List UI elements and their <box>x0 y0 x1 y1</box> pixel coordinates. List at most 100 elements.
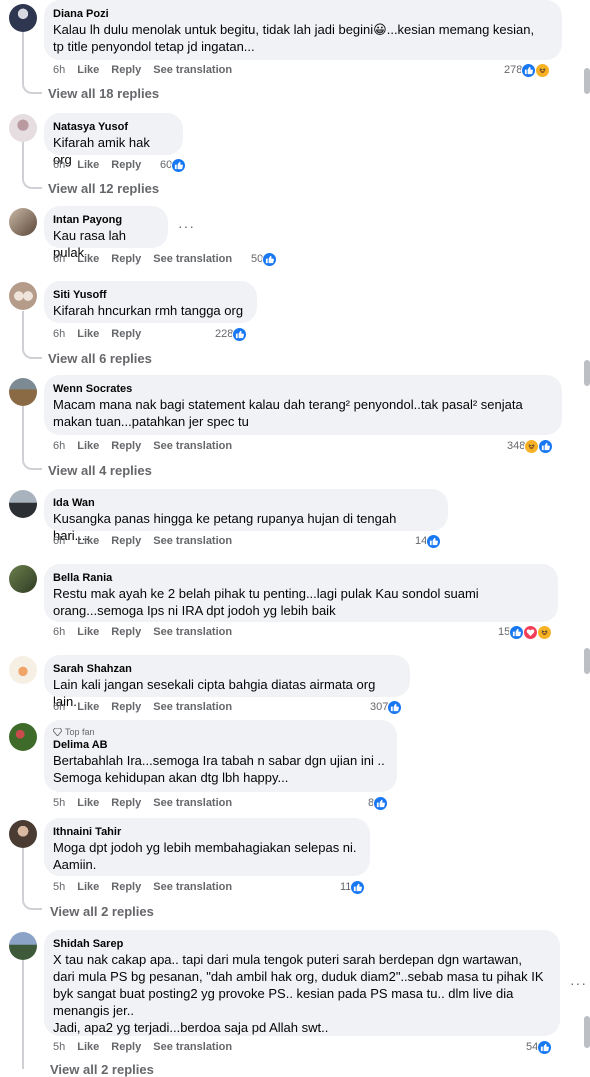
view-replies-link[interactable]: View all 2 replies <box>50 904 154 919</box>
comment-author[interactable]: Siti Yusoff <box>53 288 245 302</box>
reply-button[interactable]: Reply <box>111 328 141 340</box>
see-translation-button[interactable]: See translation <box>153 797 232 809</box>
comment-time[interactable]: 5h <box>53 881 65 893</box>
view-replies-link[interactable]: View all 6 replies <box>48 351 152 366</box>
reply-button[interactable]: Reply <box>111 881 141 893</box>
comment-author[interactable]: Bella Rania <box>53 571 546 585</box>
comment-author[interactable]: Intan Payong <box>53 213 156 227</box>
avatar[interactable] <box>9 378 37 406</box>
like-button[interactable]: Like <box>77 1041 99 1053</box>
avatar[interactable] <box>9 565 37 593</box>
like-button[interactable]: Like <box>77 535 99 547</box>
comment-time[interactable]: 5h <box>53 1041 65 1053</box>
reaction-summary[interactable]: 11 <box>340 879 366 895</box>
top-fan-badge: Top fan <box>53 726 385 738</box>
reply-button[interactable]: Reply <box>111 64 141 76</box>
reaction-summary[interactable]: 228 <box>215 326 248 342</box>
see-translation-button[interactable]: See translation <box>153 253 232 265</box>
comment-bubble: Siti Yusoff Kifarah hncurkan rmh tangga … <box>44 281 257 323</box>
reaction-summary[interactable]: 307 <box>370 699 403 715</box>
like-button[interactable]: Like <box>77 626 99 638</box>
see-translation-button[interactable]: See translation <box>153 535 232 547</box>
comment-bubble: Ithnaini Tahir Moga dpt jodoh yg lebih m… <box>44 818 370 876</box>
view-replies-link[interactable]: View all 18 replies <box>48 86 159 101</box>
comment-author[interactable]: Ida Wan <box>53 496 436 510</box>
reaction-summary[interactable]: 278 <box>504 62 551 78</box>
reply-button[interactable]: Reply <box>111 440 141 452</box>
view-replies-link[interactable]: View all 12 replies <box>48 181 159 196</box>
avatar[interactable] <box>9 208 37 236</box>
comment-author[interactable]: Delima AB <box>53 738 385 752</box>
comment-actions: 6h Like Reply See translation <box>53 439 232 453</box>
more-options-icon[interactable]: ··· <box>178 218 195 234</box>
reaction-summary[interactable]: 50 <box>251 251 278 267</box>
see-translation-button[interactable]: See translation <box>153 440 232 452</box>
comment-time[interactable]: 6h <box>53 701 65 713</box>
reply-button[interactable]: Reply <box>111 535 141 547</box>
scrollbar-thumb[interactable] <box>584 360 590 386</box>
view-replies-link[interactable]: View all 2 replies <box>50 1062 154 1077</box>
like-button[interactable]: Like <box>77 701 99 713</box>
scrollbar-thumb[interactable] <box>584 1016 590 1048</box>
comment-time[interactable]: 6h <box>53 535 65 547</box>
like-button[interactable]: Like <box>77 328 99 340</box>
like-button[interactable]: Like <box>77 881 99 893</box>
see-translation-button[interactable]: See translation <box>153 701 232 713</box>
comment-time[interactable]: 6h <box>53 159 65 171</box>
comment-author[interactable]: Diana Pozi <box>53 7 550 21</box>
like-reaction-icon <box>373 795 389 811</box>
reaction-summary[interactable]: 348 <box>507 438 554 454</box>
reply-button[interactable]: Reply <box>111 626 141 638</box>
thread-elbow <box>22 347 42 359</box>
thread-line <box>22 960 24 1069</box>
comment-time[interactable]: 6h <box>53 64 65 76</box>
comment-author[interactable]: Sarah Shahzan <box>53 662 398 676</box>
reply-button[interactable]: Reply <box>111 253 141 265</box>
avatar[interactable] <box>9 932 37 960</box>
like-reaction-icon <box>232 326 248 342</box>
reaction-summary[interactable]: 60 <box>160 157 187 173</box>
reaction-summary[interactable]: 54 <box>526 1039 553 1055</box>
avatar[interactable] <box>9 656 37 684</box>
view-replies-link[interactable]: View all 4 replies <box>48 463 152 478</box>
like-reaction-icon <box>537 1039 553 1055</box>
comment-bubble: Intan Payong Kau rasa lah pulak <box>44 206 168 260</box>
see-translation-button[interactable]: See translation <box>153 881 232 893</box>
reply-button[interactable]: Reply <box>111 797 141 809</box>
like-button[interactable]: Like <box>77 253 99 265</box>
reaction-summary[interactable]: 8 <box>368 795 389 811</box>
comment-time[interactable]: 6h <box>53 328 65 340</box>
comment-time[interactable]: 5h <box>53 797 65 809</box>
see-translation-button[interactable]: See translation <box>153 1041 232 1053</box>
reply-button[interactable]: Reply <box>111 701 141 713</box>
scrollbar-thumb[interactable] <box>584 648 590 674</box>
reply-button[interactable]: Reply <box>111 159 141 171</box>
comment-author[interactable]: Shidah Sarep <box>53 937 548 951</box>
like-button[interactable]: Like <box>77 797 99 809</box>
see-translation-button[interactable]: See translation <box>153 626 232 638</box>
comment-time[interactable]: 6h <box>53 253 65 265</box>
comment-author[interactable]: Wenn Socrates <box>53 382 550 396</box>
comment-time[interactable]: 6h <box>53 440 65 452</box>
comment-author[interactable]: Natasya Yusof <box>53 120 171 134</box>
reply-button[interactable]: Reply <box>111 1041 141 1053</box>
see-translation-button[interactable]: See translation <box>153 64 232 76</box>
reaction-summary[interactable]: 15 <box>498 624 553 640</box>
like-button[interactable]: Like <box>77 64 99 76</box>
comment-time[interactable]: 6h <box>53 626 65 638</box>
scrollbar-thumb[interactable] <box>584 68 590 94</box>
reaction-summary[interactable]: 14 <box>415 533 442 549</box>
more-options-icon[interactable]: ··· <box>570 975 587 991</box>
like-button[interactable]: Like <box>77 159 99 171</box>
avatar[interactable] <box>9 490 37 518</box>
avatar[interactable] <box>9 114 37 142</box>
like-reaction-icon <box>262 251 278 267</box>
avatar[interactable] <box>9 820 37 848</box>
like-button[interactable]: Like <box>77 440 99 452</box>
avatar[interactable] <box>9 4 37 32</box>
avatar[interactable] <box>9 723 37 751</box>
comment-author[interactable]: Ithnaini Tahir <box>53 825 358 839</box>
comment-text: Macam mana nak bagi statement kalau dah … <box>53 397 523 429</box>
comment-bubble: Natasya Yusof Kifarah amik hak org <box>44 113 183 167</box>
avatar[interactable] <box>9 282 37 310</box>
